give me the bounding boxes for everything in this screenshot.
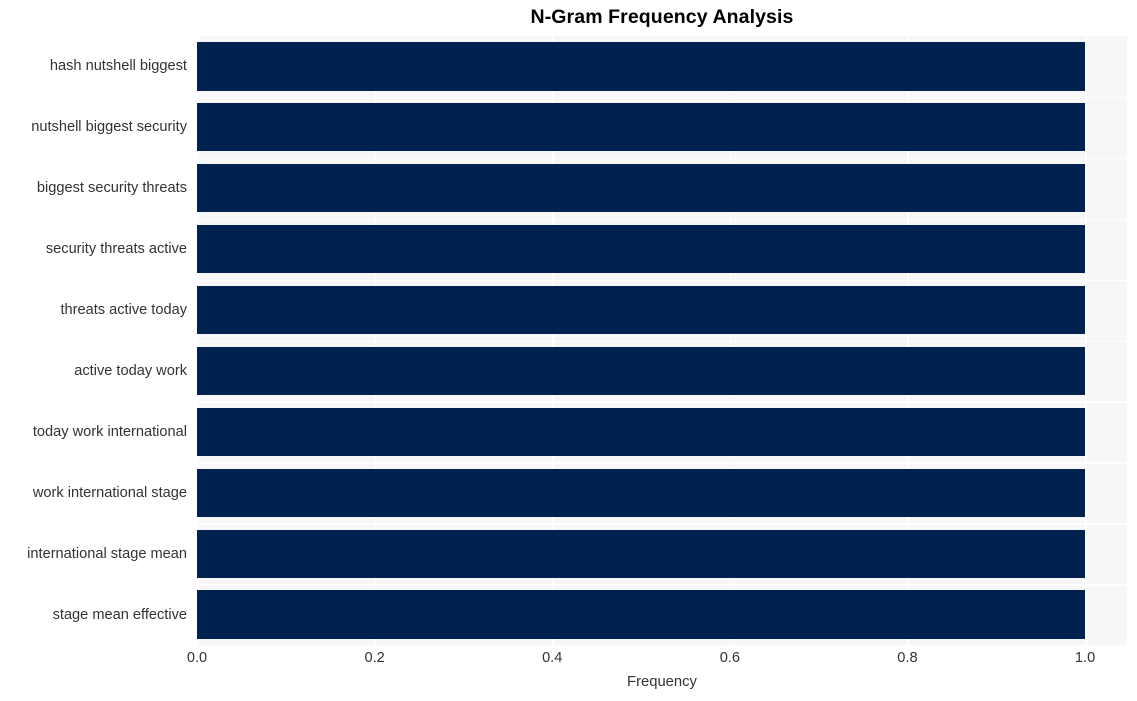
x-axis-tick-labels: 0.0 0.2 0.4 0.6 0.8 1.0 [187, 649, 1127, 671]
gridline-horizontal [197, 279, 1127, 282]
bar [197, 164, 1086, 213]
bar [197, 42, 1086, 91]
x-axis-tick-label: 0.0 [186, 650, 208, 666]
x-axis-tick-label: 1.0 [1074, 650, 1096, 666]
gridline-horizontal [197, 340, 1127, 343]
bar [197, 529, 1086, 578]
gridline-horizontal [197, 462, 1127, 464]
y-axis-tick-label: security threats active [45, 241, 187, 258]
x-axis-tick-label: 0.8 [897, 650, 918, 666]
gridline-horizontal [197, 584, 1127, 586]
y-axis-tick-labels: hash nutshell biggest nutshell biggest se… [0, 36, 197, 645]
bar [197, 103, 1086, 152]
chart-title: N-Gram Frequency Analysis [530, 6, 794, 28]
y-axis-tick-label: hash nutshell biggest [49, 58, 187, 75]
bar [197, 225, 1086, 274]
y-axis-tick-label: stage mean effective [52, 606, 187, 623]
bar [197, 285, 1086, 335]
y-axis-tick-label: work international stage [32, 484, 187, 501]
gridline-horizontal [197, 401, 1127, 403]
y-axis-tick-label: threats active today [60, 302, 187, 319]
bar [197, 407, 1086, 456]
plot-area [197, 36, 1127, 645]
bar [197, 346, 1086, 395]
gridline-horizontal [197, 157, 1127, 160]
gridline-horizontal [197, 218, 1127, 221]
y-axis-tick-label: biggest security threats [36, 180, 187, 197]
gridline-vertical [1085, 36, 1087, 645]
x-axis-tick-label: 0.4 [542, 650, 563, 666]
bar [197, 590, 1086, 639]
bar [197, 468, 1086, 517]
x-axis-title: Frequency [627, 674, 697, 690]
chart-figure: N-Gram Frequency Analysis hash nutshell … [0, 0, 1137, 701]
gridline-horizontal [197, 96, 1127, 99]
y-axis-tick-label: nutshell biggest security [31, 119, 187, 136]
x-axis-tick-label: 0.2 [364, 650, 385, 666]
y-axis-tick-label: international stage mean [27, 545, 187, 562]
gridline-horizontal [197, 523, 1127, 525]
y-axis-tick-label: today work international [32, 423, 187, 440]
x-axis-tick-label: 0.6 [719, 650, 740, 666]
y-axis-tick-label: active today work [74, 362, 187, 379]
